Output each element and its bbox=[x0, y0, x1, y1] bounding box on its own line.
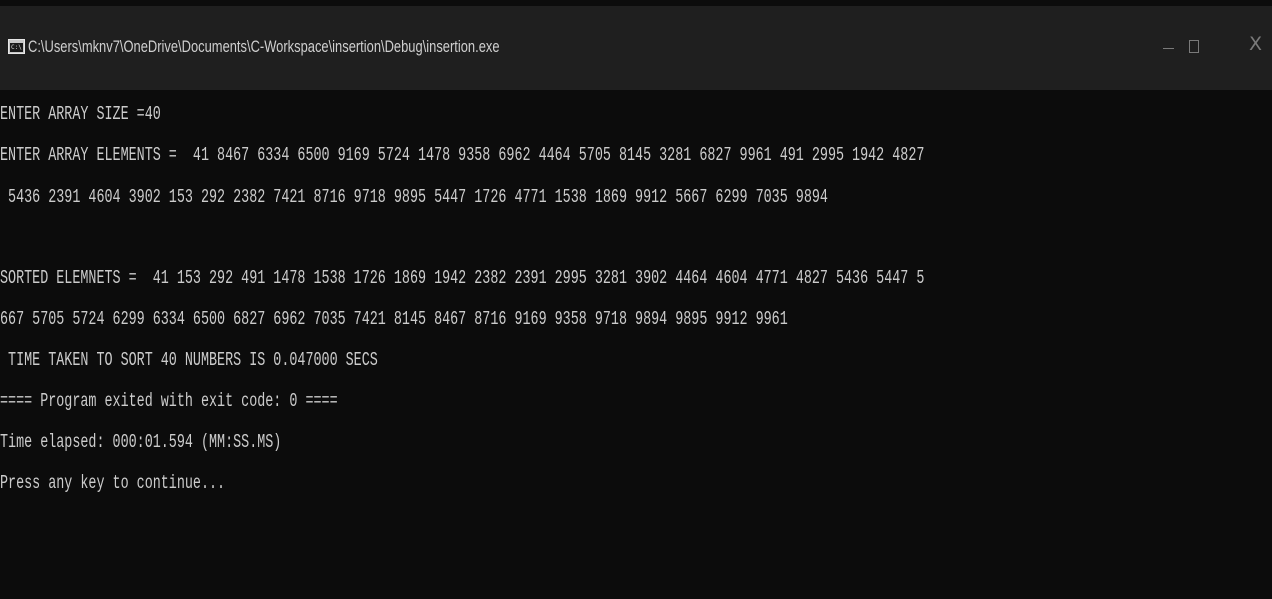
close-button[interactable]: X bbox=[1240, 28, 1272, 64]
console-app-icon[interactable]: C:\ bbox=[8, 39, 25, 54]
maximize-button[interactable] bbox=[1178, 28, 1224, 64]
console-line-array-elements-cont: 5436 2391 4604 3902 153 292 2382 7421 87… bbox=[0, 186, 828, 208]
console-line-array-size: ENTER ARRAY SIZE =40 bbox=[0, 103, 161, 125]
title-bar[interactable]: C:\ C:\Users\mknv7\OneDrive\Documents\C-… bbox=[0, 6, 1272, 90]
console-output[interactable]: ENTER ARRAY SIZE =40 ENTER ARRAY ELEMENT… bbox=[0, 90, 1272, 599]
console-line-sorted-elements-cont: 667 5705 5724 6299 6334 6500 6827 6962 7… bbox=[0, 308, 788, 330]
console-line-exit-code: ==== Program exited with exit code: 0 ==… bbox=[0, 390, 338, 412]
console-window: C:\ C:\Users\mknv7\OneDrive\Documents\C-… bbox=[0, 0, 1272, 599]
console-app-icon-label: C:\ bbox=[11, 44, 22, 51]
console-line-array-elements: ENTER ARRAY ELEMENTS = 41 8467 6334 6500… bbox=[0, 144, 925, 166]
window-title: C:\Users\mknv7\OneDrive\Documents\C-Work… bbox=[28, 37, 500, 56]
console-line-press-any-key: Press any key to continue... bbox=[0, 472, 226, 494]
console-line-time-taken: TIME TAKEN TO SORT 40 NUMBERS IS 0.04700… bbox=[0, 349, 378, 371]
close-icon: X bbox=[1249, 33, 1263, 55]
console-line-time-elapsed: Time elapsed: 000:01.594 (MM:SS.MS) bbox=[0, 431, 282, 453]
console-line-sorted-elements: SORTED ELEMNETS = 41 153 292 491 1478 15… bbox=[0, 267, 925, 289]
